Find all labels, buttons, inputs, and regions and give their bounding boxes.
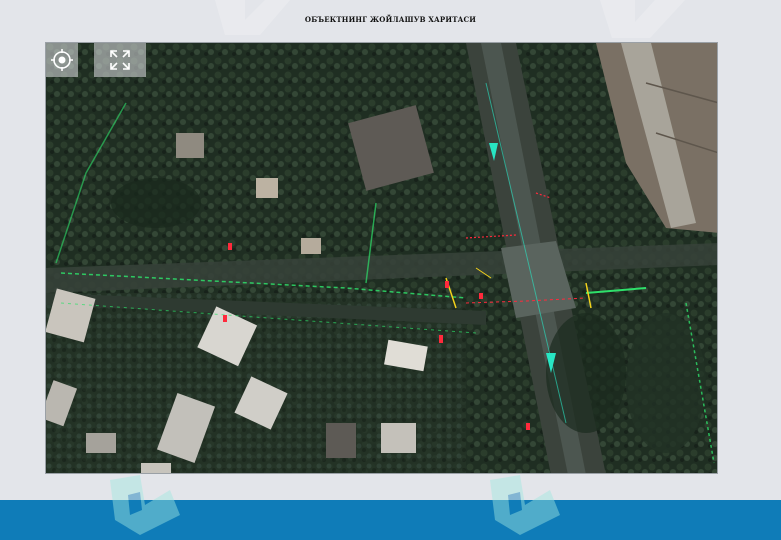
map-view[interactable] — [45, 42, 718, 474]
footer-bar — [0, 500, 781, 540]
page-title: ОБЪЕКТНИНГ ЖОЙЛАШУВ ХАРИТАСИ — [304, 15, 477, 24]
locate-target-icon — [51, 49, 73, 71]
fullscreen-button[interactable] — [94, 43, 146, 77]
locate-button[interactable] — [46, 43, 78, 77]
fullscreen-expand-icon — [110, 50, 130, 70]
satellite-imagery[interactable] — [46, 43, 718, 474]
